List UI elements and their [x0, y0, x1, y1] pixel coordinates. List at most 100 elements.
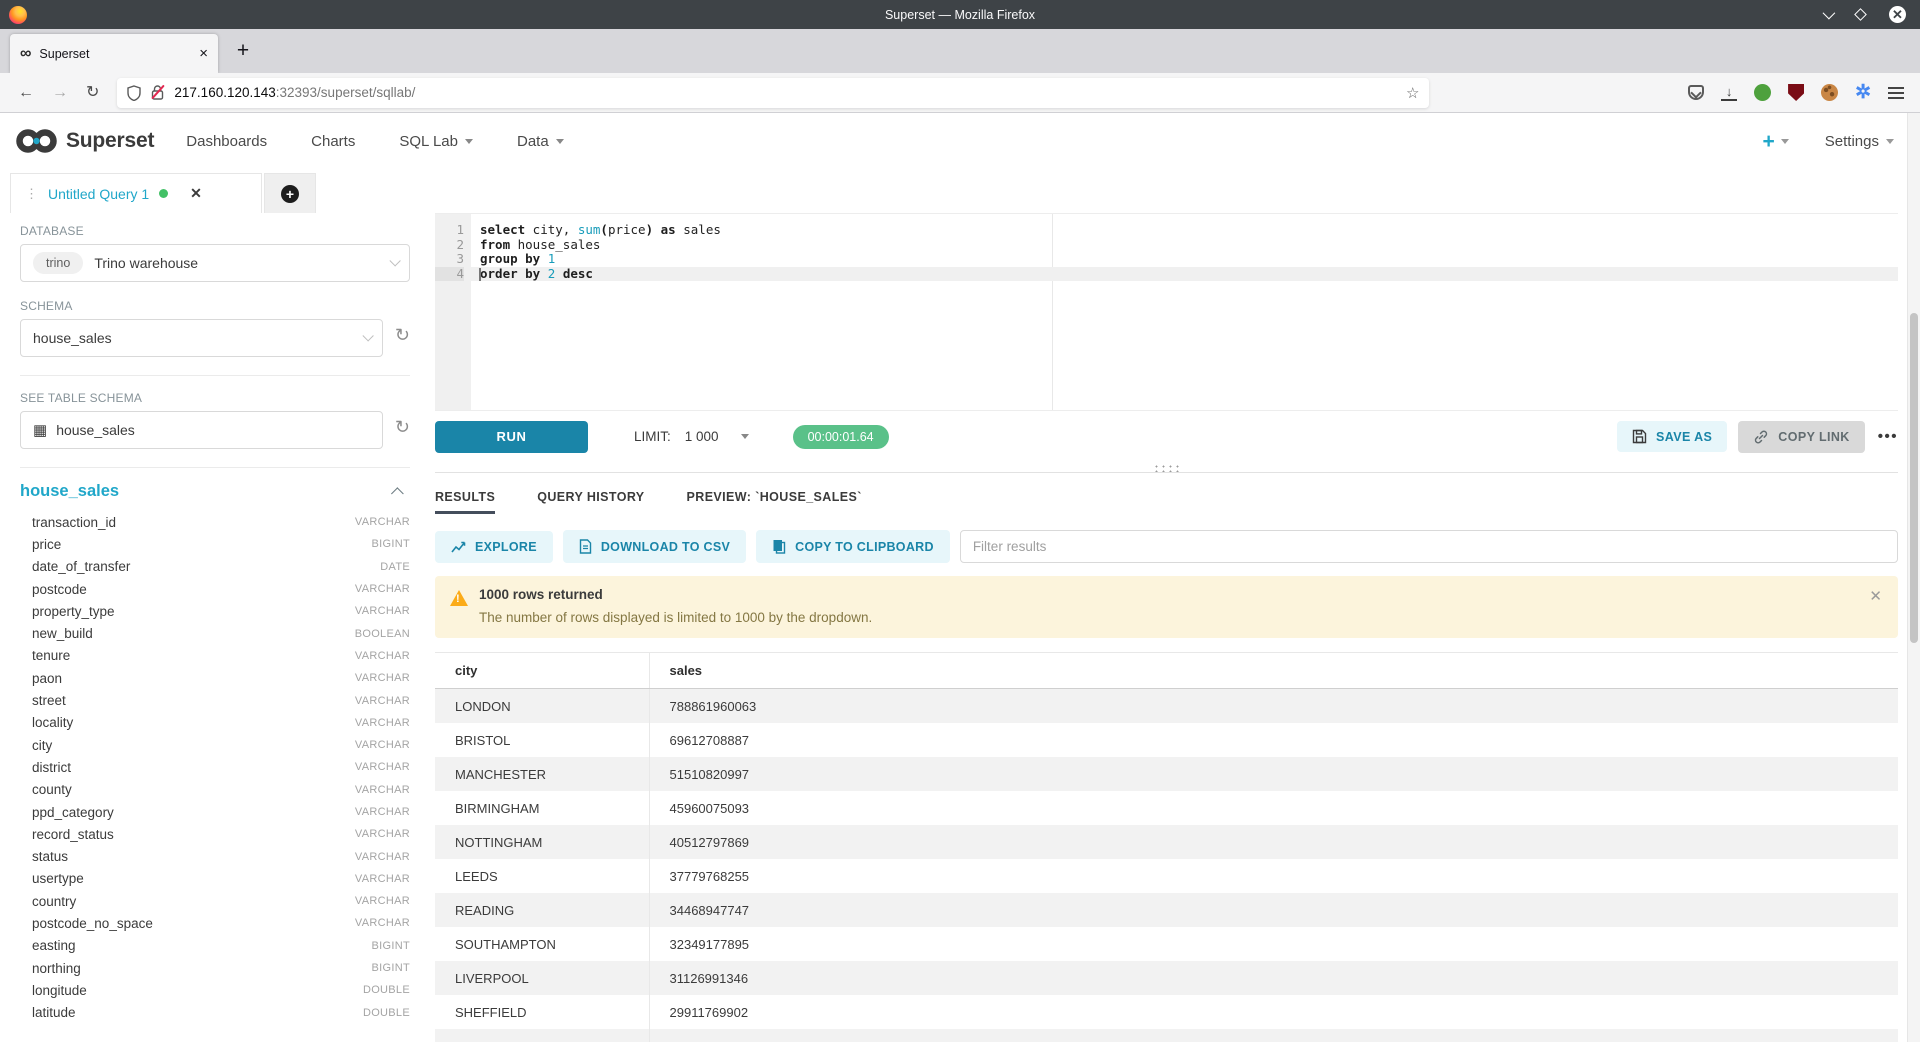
editor-code[interactable]: select city, sum(price) as salesfrom hou…	[471, 214, 1898, 410]
maximize-icon[interactable]	[1854, 8, 1867, 21]
copy-link-button[interactable]: COPY LINK	[1738, 421, 1864, 453]
scrollbar-thumb[interactable]	[1910, 313, 1918, 643]
pane-divider[interactable]	[435, 472, 1898, 473]
ublock-icon[interactable]	[1788, 84, 1804, 101]
add-query-tab-button[interactable]: +	[264, 173, 316, 213]
query-tab-close-icon[interactable]: ✕	[190, 185, 202, 202]
schema-column-row[interactable]: postcode_no_spaceVARCHAR	[20, 912, 410, 934]
nav-charts[interactable]: Charts	[311, 133, 355, 150]
database-select[interactable]: trino Trino warehouse	[20, 244, 410, 282]
schema-column-row[interactable]: transaction_idVARCHAR	[20, 511, 410, 533]
filter-results-input[interactable]	[960, 530, 1898, 563]
schema-column-row[interactable]: priceBIGINT	[20, 533, 410, 555]
superset-favicon-icon: ∞	[20, 46, 31, 62]
save-as-button[interactable]: SAVE AS	[1617, 421, 1727, 452]
schema-column-row[interactable]: tenureVARCHAR	[20, 645, 410, 667]
more-options-icon[interactable]: •••	[1878, 428, 1898, 445]
close-icon[interactable]: ✕	[1889, 6, 1906, 23]
results-column-header[interactable]: city	[435, 653, 649, 689]
schema-column-row[interactable]: countyVARCHAR	[20, 779, 410, 801]
code-line[interactable]: from house_sales	[471, 238, 1898, 253]
schema-column-row[interactable]: new_buildBOOLEAN	[20, 622, 410, 644]
code-line[interactable]: select city, sum(price) as sales	[471, 223, 1898, 238]
column-name: city	[32, 738, 52, 753]
code-line[interactable]: order by 2 desc	[471, 267, 1898, 282]
schema-column-row[interactable]: districtVARCHAR	[20, 756, 410, 778]
minimize-icon[interactable]	[1823, 7, 1836, 20]
warning-triangle-icon	[450, 590, 468, 606]
shield-permissions-icon[interactable]	[127, 85, 141, 101]
pocket-icon[interactable]	[1688, 85, 1704, 100]
schema-column-row[interactable]: paonVARCHAR	[20, 667, 410, 689]
table-row: LEEDS37779768255	[435, 859, 1898, 893]
browser-tabstrip: ∞ Superset × +	[0, 29, 1920, 73]
cookie-extension-icon[interactable]	[1821, 84, 1838, 101]
downloads-icon[interactable]: ↓	[1721, 85, 1737, 101]
superset-brand[interactable]: Superset	[14, 126, 154, 156]
schema-select[interactable]: house_sales	[20, 319, 383, 357]
schema-column-row[interactable]: streetVARCHAR	[20, 689, 410, 711]
schema-column-row[interactable]: latitudeDOUBLE	[20, 1002, 410, 1024]
tab-query-history[interactable]: QUERY HISTORY	[537, 490, 644, 514]
table-cell: 29142071716	[649, 1029, 1898, 1042]
nav-dashboards[interactable]: Dashboards	[186, 133, 267, 150]
browser-tab-superset[interactable]: ∞ Superset ×	[10, 34, 218, 73]
table-cell: READING	[435, 893, 649, 927]
tab-results[interactable]: RESULTS	[435, 490, 495, 514]
table-name-heading[interactable]: house_sales	[20, 482, 119, 501]
query-tab-active[interactable]: ⋮ Untitled Query 1 ✕	[10, 173, 262, 213]
reload-icon[interactable]: ↻	[86, 85, 99, 101]
table-cell: SHEFFIELD	[435, 995, 649, 1029]
table-select[interactable]: ▦ house_sales	[20, 411, 383, 449]
sqllab-main: 1234 select city, sum(price) as salesfro…	[435, 213, 1898, 1042]
back-icon[interactable]: ←	[18, 85, 34, 101]
sql-editor[interactable]: 1234 select city, sum(price) as salesfro…	[435, 213, 1898, 410]
schema-column-row[interactable]: ppd_categoryVARCHAR	[20, 801, 410, 823]
sqllab-sidebar: DATABASE trino Trino warehouse SCHEMA ho…	[0, 213, 432, 1042]
schema-column-row[interactable]: date_of_transferDATE	[20, 556, 410, 578]
refresh-schema-icon[interactable]: ↻	[395, 326, 410, 344]
page-scrollbar[interactable]	[1907, 113, 1920, 1042]
collapse-chevron-icon[interactable]	[391, 487, 404, 500]
column-type: BIGINT	[372, 940, 410, 952]
schema-column-row[interactable]: longitudeDOUBLE	[20, 979, 410, 1001]
explore-button[interactable]: EXPLORE	[435, 531, 553, 563]
schema-column-row[interactable]: northingBIGINT	[20, 957, 410, 979]
copy-clipboard-button[interactable]: COPY TO CLIPBOARD	[756, 530, 950, 563]
schema-column-row[interactable]: countryVARCHAR	[20, 890, 410, 912]
new-item-button[interactable]: +	[1763, 131, 1789, 152]
bookmark-star-icon[interactable]: ☆	[1406, 84, 1419, 102]
tab-close-icon[interactable]: ×	[199, 45, 208, 62]
limit-dropdown[interactable]: LIMIT: 1 000	[634, 429, 749, 444]
insecure-lock-icon[interactable]	[151, 85, 164, 100]
settings-menu[interactable]: Settings	[1825, 133, 1894, 150]
divider	[20, 375, 410, 376]
schema-column-row[interactable]: statusVARCHAR	[20, 845, 410, 867]
nav-data[interactable]: Data	[517, 133, 564, 150]
schema-column-row[interactable]: cityVARCHAR	[20, 734, 410, 756]
column-type: VARCHAR	[355, 784, 410, 796]
refresh-table-icon[interactable]: ↻	[395, 418, 410, 436]
schema-column-row[interactable]: eastingBIGINT	[20, 935, 410, 957]
forward-icon[interactable]: →	[52, 85, 68, 101]
menu-hamburger-icon[interactable]	[1888, 87, 1904, 99]
url-bar[interactable]: 217.160.120.143:32393/superset/sqllab/ ☆	[117, 78, 1429, 108]
database-label: DATABASE	[20, 224, 410, 238]
tab-preview-table[interactable]: PREVIEW: `HOUSE_SALES`	[687, 490, 862, 514]
schema-column-row[interactable]: record_statusVARCHAR	[20, 823, 410, 845]
new-tab-button[interactable]: +	[228, 36, 258, 66]
privacy-badger-icon[interactable]	[1754, 84, 1771, 101]
code-line[interactable]: group by 1	[471, 252, 1898, 267]
nav-sql-lab[interactable]: SQL Lab	[399, 133, 473, 150]
warning-close-icon[interactable]: ✕	[1869, 587, 1882, 605]
schema-column-row[interactable]: property_typeVARCHAR	[20, 600, 410, 622]
results-column-header[interactable]: sales	[649, 653, 1898, 689]
schema-column-row[interactable]: localityVARCHAR	[20, 712, 410, 734]
drag-handle-icon[interactable]: ⋮	[25, 186, 38, 202]
extension-icon[interactable]: ✲	[1855, 83, 1871, 102]
schema-column-row[interactable]: postcodeVARCHAR	[20, 578, 410, 600]
run-button[interactable]: RUN	[435, 421, 588, 453]
schema-column-row[interactable]: usertypeVARCHAR	[20, 868, 410, 890]
pane-drag-handle-icon[interactable]	[1152, 464, 1182, 472]
download-csv-button[interactable]: DOWNLOAD TO CSV	[563, 530, 746, 563]
